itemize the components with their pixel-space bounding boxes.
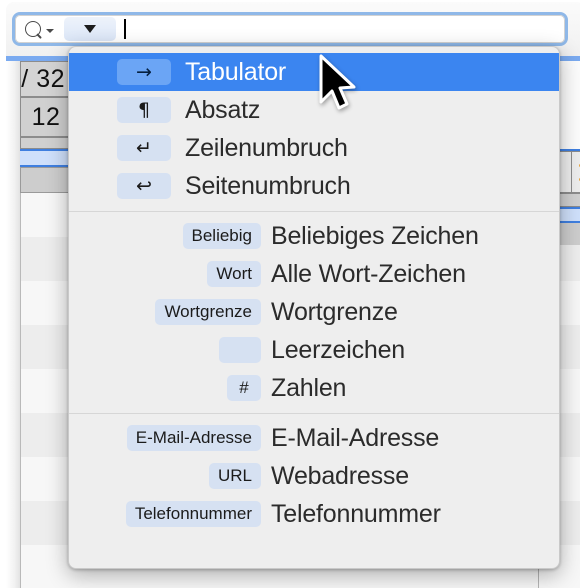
menu-item-label: Tabulator bbox=[185, 57, 287, 86]
menu-item-label: Telefonnummer bbox=[271, 499, 441, 528]
chip-container: Telefonnummer bbox=[81, 501, 271, 527]
digits-token: # bbox=[227, 375, 261, 401]
menu-item-beliebiges-zeichen[interactable]: Beliebig Beliebiges Zeichen bbox=[69, 217, 559, 255]
menu-item-zahlen[interactable]: # Zahlen bbox=[69, 369, 559, 407]
menu-item-label: Wortgrenze bbox=[271, 297, 398, 326]
token-dropdown-menu[interactable]: → Tabulator ¶ Absatz ↵ Zeilenumbruch ↩ S… bbox=[68, 46, 560, 569]
menu-item-label: E-Mail-Adresse bbox=[271, 423, 440, 452]
table-cell[interactable] bbox=[571, 151, 580, 193]
menu-item-wortgrenze[interactable]: Wortgrenze Wortgrenze bbox=[69, 293, 559, 331]
menu-item-zeilenumbruch[interactable]: ↵ Zeilenumbruch bbox=[69, 129, 559, 167]
chip-container: Beliebig bbox=[81, 223, 271, 249]
menu-item-telefonnummer[interactable]: Telefonnummer Telefonnummer bbox=[69, 495, 559, 533]
menu-group-special-characters: → Tabulator ¶ Absatz ↵ Zeilenumbruch ↩ S… bbox=[69, 53, 559, 205]
menu-item-label: Seitenumbruch bbox=[185, 171, 351, 200]
search-field[interactable] bbox=[15, 15, 565, 43]
menu-item-absatz[interactable]: ¶ Absatz bbox=[69, 91, 559, 129]
screen: / 32 12 → Tabulator ¶ Absatz ↵ Zeilenumb… bbox=[0, 0, 580, 588]
page-break-icon: ↩ bbox=[117, 173, 171, 199]
line-break-icon: ↵ bbox=[117, 135, 171, 161]
menu-item-alle-wort-zeichen[interactable]: Wort Alle Wort-Zeichen bbox=[69, 255, 559, 293]
any-character-token: Beliebig bbox=[182, 223, 261, 249]
search-menu-button[interactable] bbox=[16, 16, 62, 42]
menu-item-webadresse[interactable]: URL Webadresse bbox=[69, 457, 559, 495]
menu-item-label: Beliebiges Zeichen bbox=[271, 221, 479, 250]
chip-container: URL bbox=[81, 463, 271, 489]
menu-item-label: Alle Wort-Zeichen bbox=[271, 259, 466, 288]
pilcrow-icon: ¶ bbox=[117, 97, 171, 123]
menu-item-label: Zeilenumbruch bbox=[185, 133, 348, 162]
table-cell[interactable]: 12 bbox=[20, 97, 72, 137]
chip-container: E-Mail-Adresse bbox=[81, 425, 271, 451]
menu-item-label: Webadresse bbox=[271, 461, 409, 490]
phone-token: Telefonnummer bbox=[125, 501, 261, 527]
chip-container: Wort bbox=[81, 261, 271, 287]
table-cell[interactable] bbox=[20, 137, 72, 149]
menu-separator bbox=[69, 413, 559, 414]
menu-separator bbox=[69, 211, 559, 212]
menu-item-label: Absatz bbox=[185, 95, 261, 124]
chip-container bbox=[81, 337, 271, 363]
word-character-token: Wort bbox=[207, 261, 261, 287]
chip-container: # bbox=[81, 375, 271, 401]
row-gutter bbox=[6, 61, 20, 588]
table-cell[interactable] bbox=[20, 167, 72, 193]
menu-item-seitenumbruch[interactable]: ↩ Seitenumbruch bbox=[69, 167, 559, 205]
menu-item-leerzeichen[interactable]: Leerzeichen bbox=[69, 331, 559, 369]
chevron-down-small-icon bbox=[45, 28, 54, 33]
chip-container: Wortgrenze bbox=[81, 299, 271, 325]
table-cell[interactable]: / 32 bbox=[20, 61, 72, 97]
chevron-down-icon bbox=[84, 25, 96, 33]
menu-item-label: Leerzeichen bbox=[271, 335, 406, 364]
text-caret bbox=[124, 19, 126, 39]
menu-group-patterns: E-Mail-Adresse E-Mail-Adresse URL Webadr… bbox=[69, 419, 559, 533]
menu-item-tabulator[interactable]: → Tabulator bbox=[69, 53, 559, 91]
word-boundary-token: Wortgrenze bbox=[155, 299, 261, 325]
search-icon bbox=[24, 21, 41, 37]
email-token: E-Mail-Adresse bbox=[126, 425, 261, 451]
tab-arrow-icon: → bbox=[117, 59, 171, 85]
whitespace-token bbox=[219, 337, 261, 363]
menu-item-label: Zahlen bbox=[271, 373, 347, 402]
menu-group-character-classes: Beliebig Beliebiges Zeichen Wort Alle Wo… bbox=[69, 217, 559, 407]
url-token: URL bbox=[208, 463, 261, 489]
insert-token-button[interactable] bbox=[64, 17, 116, 41]
menu-item-email-adresse[interactable]: E-Mail-Adresse E-Mail-Adresse bbox=[69, 419, 559, 457]
